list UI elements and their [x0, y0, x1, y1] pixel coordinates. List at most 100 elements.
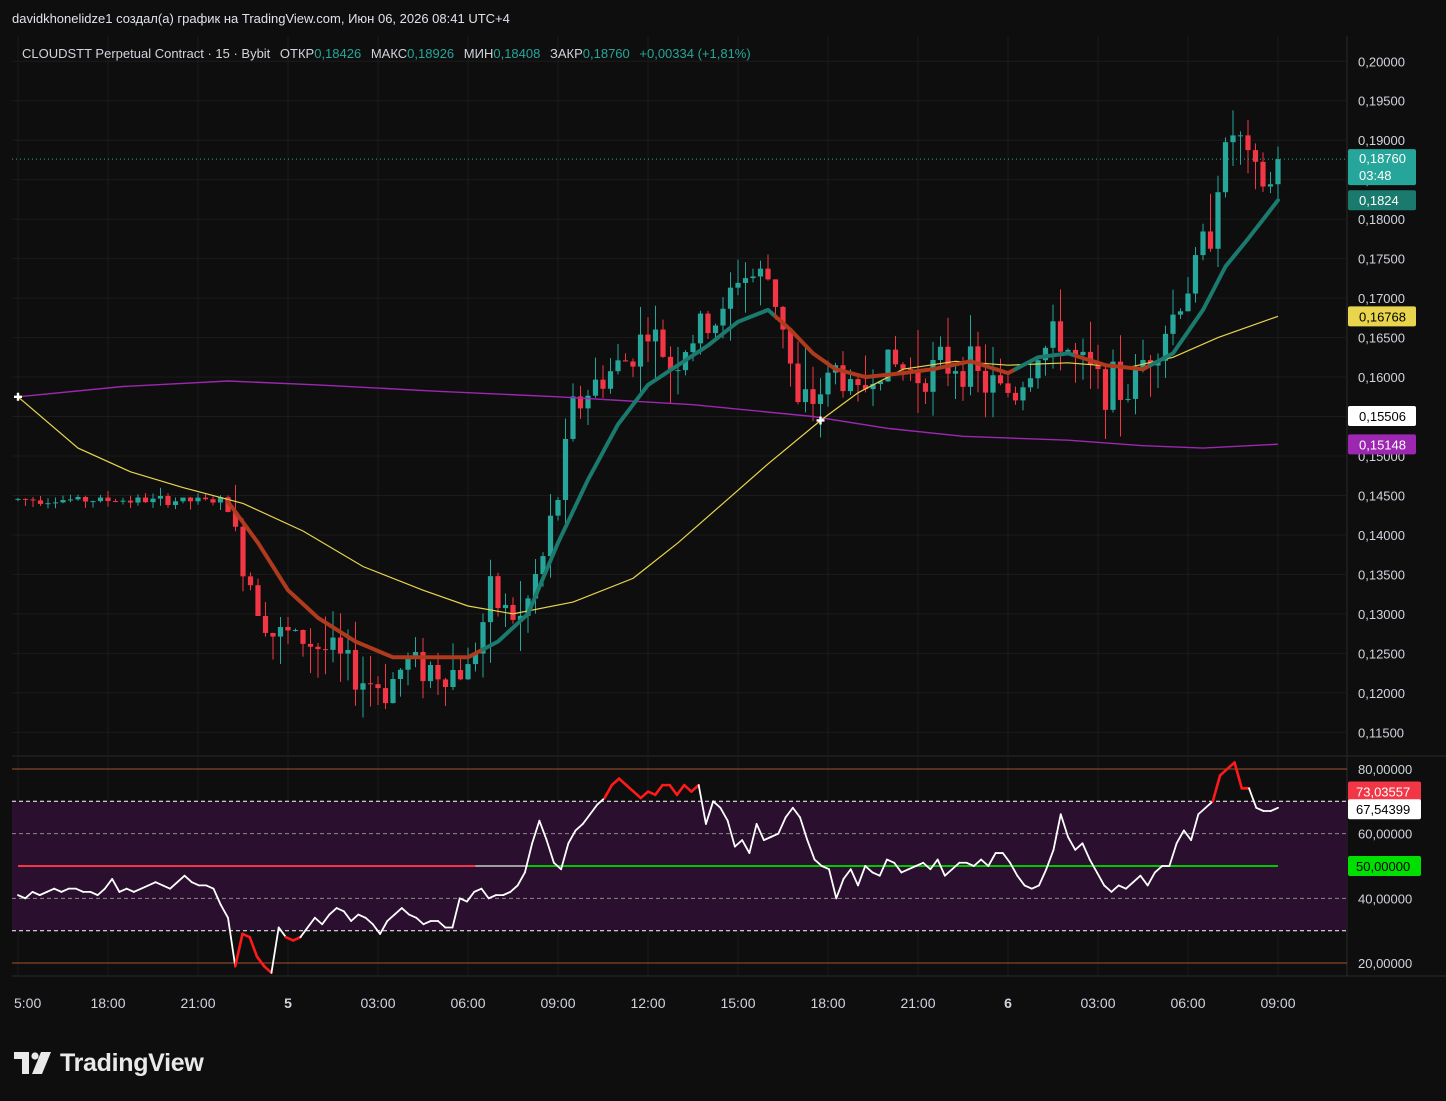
symbol-legend: CLOUDSTT Perpetual Contract · 15 · Bybit…	[22, 46, 751, 61]
candle-body-up	[502, 604, 509, 609]
candle-body-down	[367, 683, 374, 685]
candle-body-up	[172, 501, 179, 505]
candle-body-down	[375, 684, 381, 689]
time-tick-label: 09:00	[1260, 995, 1295, 1011]
candle-body-down	[307, 643, 314, 647]
candle-body-down	[22, 498, 29, 500]
candle-body-up	[825, 372, 831, 395]
candle-body-down	[210, 499, 216, 503]
time-tick-label: 21:00	[900, 995, 935, 1011]
candle-body-down	[202, 497, 209, 500]
rsi-tick-label: 60,00000	[1358, 827, 1412, 842]
tradingview-logo-text: TradingView	[60, 1048, 204, 1077]
candle-body-up	[720, 308, 726, 326]
candle-body-down	[960, 371, 966, 387]
candle-body-up	[345, 649, 351, 654]
price-axis-label-text: 0,16768	[1359, 309, 1406, 324]
candle-body-up	[967, 346, 974, 387]
candle-body-down	[495, 576, 501, 609]
price-tick-label: 0,14500	[1358, 488, 1405, 503]
candle-body-up	[615, 360, 621, 372]
candle-body-up	[1132, 369, 1139, 399]
time-tick-label: 06:00	[450, 995, 485, 1011]
candle-body-down	[30, 499, 36, 501]
candle-body-up	[1177, 311, 1184, 315]
price-tick-label: 0,17500	[1358, 252, 1405, 267]
candle-body-down	[1252, 150, 1259, 162]
candle-body-down	[892, 349, 899, 365]
candle-body-down	[982, 370, 989, 393]
candle-body-up	[1050, 321, 1056, 348]
rsi-tick-label: 80,00000	[1358, 762, 1412, 777]
time-tick-label: 03:00	[1080, 995, 1115, 1011]
candle-body-down	[622, 360, 629, 362]
candle-body-up	[1192, 255, 1199, 294]
candle-body-up	[135, 497, 141, 503]
chart-caption: davidkhonelidze1 создал(а) график на Tra…	[12, 11, 510, 26]
candle-body-up	[1200, 231, 1206, 256]
time-tick-label: 5:00	[14, 995, 41, 1011]
candle-body-up	[120, 500, 126, 502]
candle-body-down	[510, 604, 516, 620]
candle-body-up	[652, 329, 659, 342]
price-tick-label: 0,20000	[1358, 54, 1405, 69]
candle-body-up	[150, 498, 156, 503]
candle-body-down	[945, 346, 951, 374]
candle-body-up	[60, 500, 66, 503]
candle-body-up	[1275, 159, 1281, 185]
current-price-value: 0,18760	[1359, 151, 1406, 166]
candle-body-up	[547, 515, 554, 557]
candle-body-up	[570, 396, 576, 439]
candle-body-up	[15, 498, 21, 500]
candle-body-down	[112, 501, 119, 503]
price-tick-label: 0,19000	[1358, 133, 1405, 148]
candle-body-down	[1057, 321, 1064, 352]
time-tick-label: 12:00	[630, 995, 665, 1011]
candle-body-up	[1020, 387, 1026, 401]
candle-body-up	[97, 497, 104, 502]
candle-body-up	[592, 379, 599, 396]
price-tick-label: 0,11500	[1358, 725, 1404, 740]
time-tick-label: 15:00	[720, 995, 755, 1011]
tradingview-logo-icon	[14, 1052, 51, 1074]
candle-body-down	[442, 679, 449, 687]
candle-body-up	[1185, 293, 1191, 312]
time-tick-label: 09:00	[540, 995, 575, 1011]
candle-body-down	[975, 346, 981, 371]
price-tick-label: 0,13000	[1358, 607, 1405, 622]
legend-low-label: МИН	[463, 46, 494, 61]
candle-body-up	[690, 343, 696, 353]
candle-body-down	[705, 313, 711, 334]
tradingview-logo[interactable]: TradingView	[14, 1047, 204, 1079]
candle-body-down	[630, 361, 636, 367]
candle-body-down	[165, 495, 171, 505]
candle-body-up	[937, 346, 944, 360]
candle-body-up	[697, 313, 704, 344]
candle-body-up	[712, 325, 719, 334]
candle-body-up	[1230, 135, 1236, 143]
candle-body-up	[802, 389, 809, 403]
candle-body-up	[360, 683, 366, 690]
candle-body-down	[855, 379, 861, 386]
candle-body-down	[765, 268, 771, 280]
time-tick-label: 03:00	[360, 995, 395, 1011]
price-tick-label: 0,13500	[1358, 567, 1405, 582]
chart-canvas[interactable]: 0,200000,195000,190000,185000,180000,175…	[0, 36, 1446, 1036]
candle-body-up	[45, 503, 51, 505]
candle-body-down	[337, 637, 344, 654]
price-tick-label: 0,12500	[1358, 646, 1405, 661]
candle-body-up	[465, 664, 471, 680]
candle-body-up	[277, 626, 284, 637]
candle-body-up	[330, 637, 336, 650]
candle-body-up	[727, 287, 734, 309]
candle-body-up	[952, 371, 959, 374]
candle-body-down	[270, 632, 276, 637]
legend-symbol[interactable]: CLOUDSTT Perpetual Contract · 15 · Bybit	[22, 46, 270, 61]
candle-body-up	[817, 394, 824, 404]
candle-body-down	[322, 649, 329, 651]
candle-body-up	[847, 379, 854, 392]
candle-body-down	[795, 363, 801, 403]
candle-body-down	[352, 649, 359, 690]
candle-body-up	[52, 502, 59, 504]
candle-body-down	[1245, 135, 1251, 151]
